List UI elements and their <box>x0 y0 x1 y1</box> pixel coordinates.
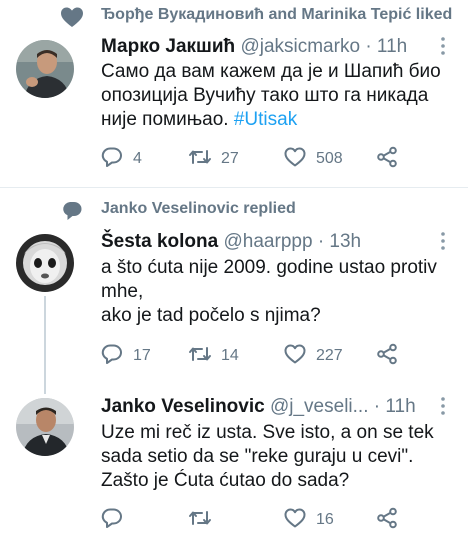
tweet-text: Само да вам кажем да је и Шапић био опоз… <box>101 60 451 132</box>
social-context-text: Ђорђе Вукадиновић and Marinika Tepić lik… <box>101 6 453 23</box>
avatar[interactable] <box>16 40 74 98</box>
user-handle[interactable]: @j_veseli... <box>270 396 369 417</box>
reply-button[interactable] <box>100 507 133 533</box>
tweet-text: a što ćuta nije 2009. godine ustao proti… <box>101 256 451 328</box>
avatar[interactable] <box>16 234 74 292</box>
retweet-icon <box>188 342 212 371</box>
like-button[interactable]: 16 <box>283 507 334 533</box>
retweet-button[interactable]: 14 <box>188 343 239 369</box>
reply-count: 17 <box>133 347 151 364</box>
comment-filled-icon <box>60 200 84 222</box>
social-context-text: Janko Veselinovic replied <box>101 200 296 217</box>
display-name[interactable]: Janko Veselinovic <box>101 396 265 417</box>
share-button[interactable] <box>375 507 399 533</box>
social-context-liked[interactable]: Ђорђе Вукадиновић and Marinika Tepić lik… <box>0 2 468 30</box>
display-name[interactable]: Марко Јакшић <box>101 36 235 57</box>
user-handle[interactable]: @jaksicmarko <box>240 36 360 57</box>
social-context-replied[interactable]: Janko Veselinovic replied <box>0 196 468 224</box>
comment-icon <box>100 342 124 371</box>
tweet-actions: 17 14 227 <box>100 343 410 369</box>
comment-icon <box>100 506 124 535</box>
more-icon[interactable] <box>436 396 450 416</box>
thread-line <box>44 296 46 394</box>
timestamp[interactable]: 13h <box>329 231 361 252</box>
heart-outline-icon <box>283 342 307 371</box>
tweet-header: Janko Veselinovic @j_veseli... · 11h <box>101 395 416 419</box>
avatar[interactable] <box>16 398 74 456</box>
like-count: 16 <box>316 511 334 528</box>
share-icon <box>375 342 399 371</box>
timestamp[interactable]: 11h <box>377 36 407 57</box>
like-count: 508 <box>316 150 343 167</box>
share-button[interactable] <box>375 146 399 172</box>
tweet-line: Zašto je Ćuta ćutao do sada? <box>101 470 350 491</box>
tweet-line: mhe, <box>101 281 144 302</box>
retweet-count: 27 <box>221 150 239 167</box>
more-icon[interactable] <box>436 36 450 56</box>
separator-dot: · <box>373 396 381 417</box>
reply-button[interactable]: 17 <box>100 343 151 369</box>
heart-outline-icon <box>283 506 307 535</box>
like-button[interactable]: 508 <box>283 146 343 172</box>
tweet-divider <box>0 187 468 188</box>
reply-button[interactable]: 4 <box>100 146 142 172</box>
timestamp[interactable]: 11h <box>385 396 415 417</box>
retweet-button[interactable]: 27 <box>188 146 239 172</box>
share-icon <box>375 145 399 174</box>
like-count: 227 <box>316 347 343 364</box>
tweet-line: није помињао. #Utisak <box>101 108 451 132</box>
share-button[interactable] <box>375 343 399 369</box>
comment-icon <box>100 145 124 174</box>
share-icon <box>375 506 399 535</box>
like-button[interactable]: 227 <box>283 343 343 369</box>
tweet-header: Šesta kolona @haarppp · 13h <box>101 230 361 254</box>
display-name[interactable]: Šesta kolona <box>101 231 218 252</box>
tweet-line: Uze mi reč iz usta. Sve isto, a on se te… <box>101 422 434 443</box>
separator-dot: · <box>317 231 325 252</box>
retweet-button[interactable] <box>188 507 221 533</box>
tweet-actions: 4 27 508 <box>100 146 410 172</box>
tweet-text: Uze mi reč iz usta. Sve isto, a on se te… <box>101 421 451 493</box>
retweet-icon <box>188 145 212 174</box>
tweet-line: a što ćuta nije 2009. godine ustao proti… <box>101 257 437 278</box>
separator-dot: · <box>365 36 372 57</box>
tweet-line: опозиција Вучићу тако што га никада <box>101 85 429 106</box>
tweet-line: ako je tad počelo s njima? <box>101 305 321 326</box>
retweet-icon <box>188 506 212 535</box>
retweet-count: 14 <box>221 347 239 364</box>
tweet-line-text: није помињао. <box>101 109 234 130</box>
heart-outline-icon <box>283 145 307 174</box>
user-handle[interactable]: @haarppp <box>224 231 313 252</box>
reply-count: 4 <box>133 150 142 167</box>
hashtag-link[interactable]: #Utisak <box>234 109 297 130</box>
tweet-line: sada setio da se "reke guraju u cevi". <box>101 446 414 467</box>
heart-icon <box>60 6 84 28</box>
tweet-line: Само да вам кажем да је и Шапић био <box>101 61 441 82</box>
more-icon[interactable] <box>436 231 450 251</box>
tweet-actions: 16 <box>100 507 410 533</box>
tweet-header: Марко Јакшић @jaksicmarko · 11h <box>101 35 407 59</box>
